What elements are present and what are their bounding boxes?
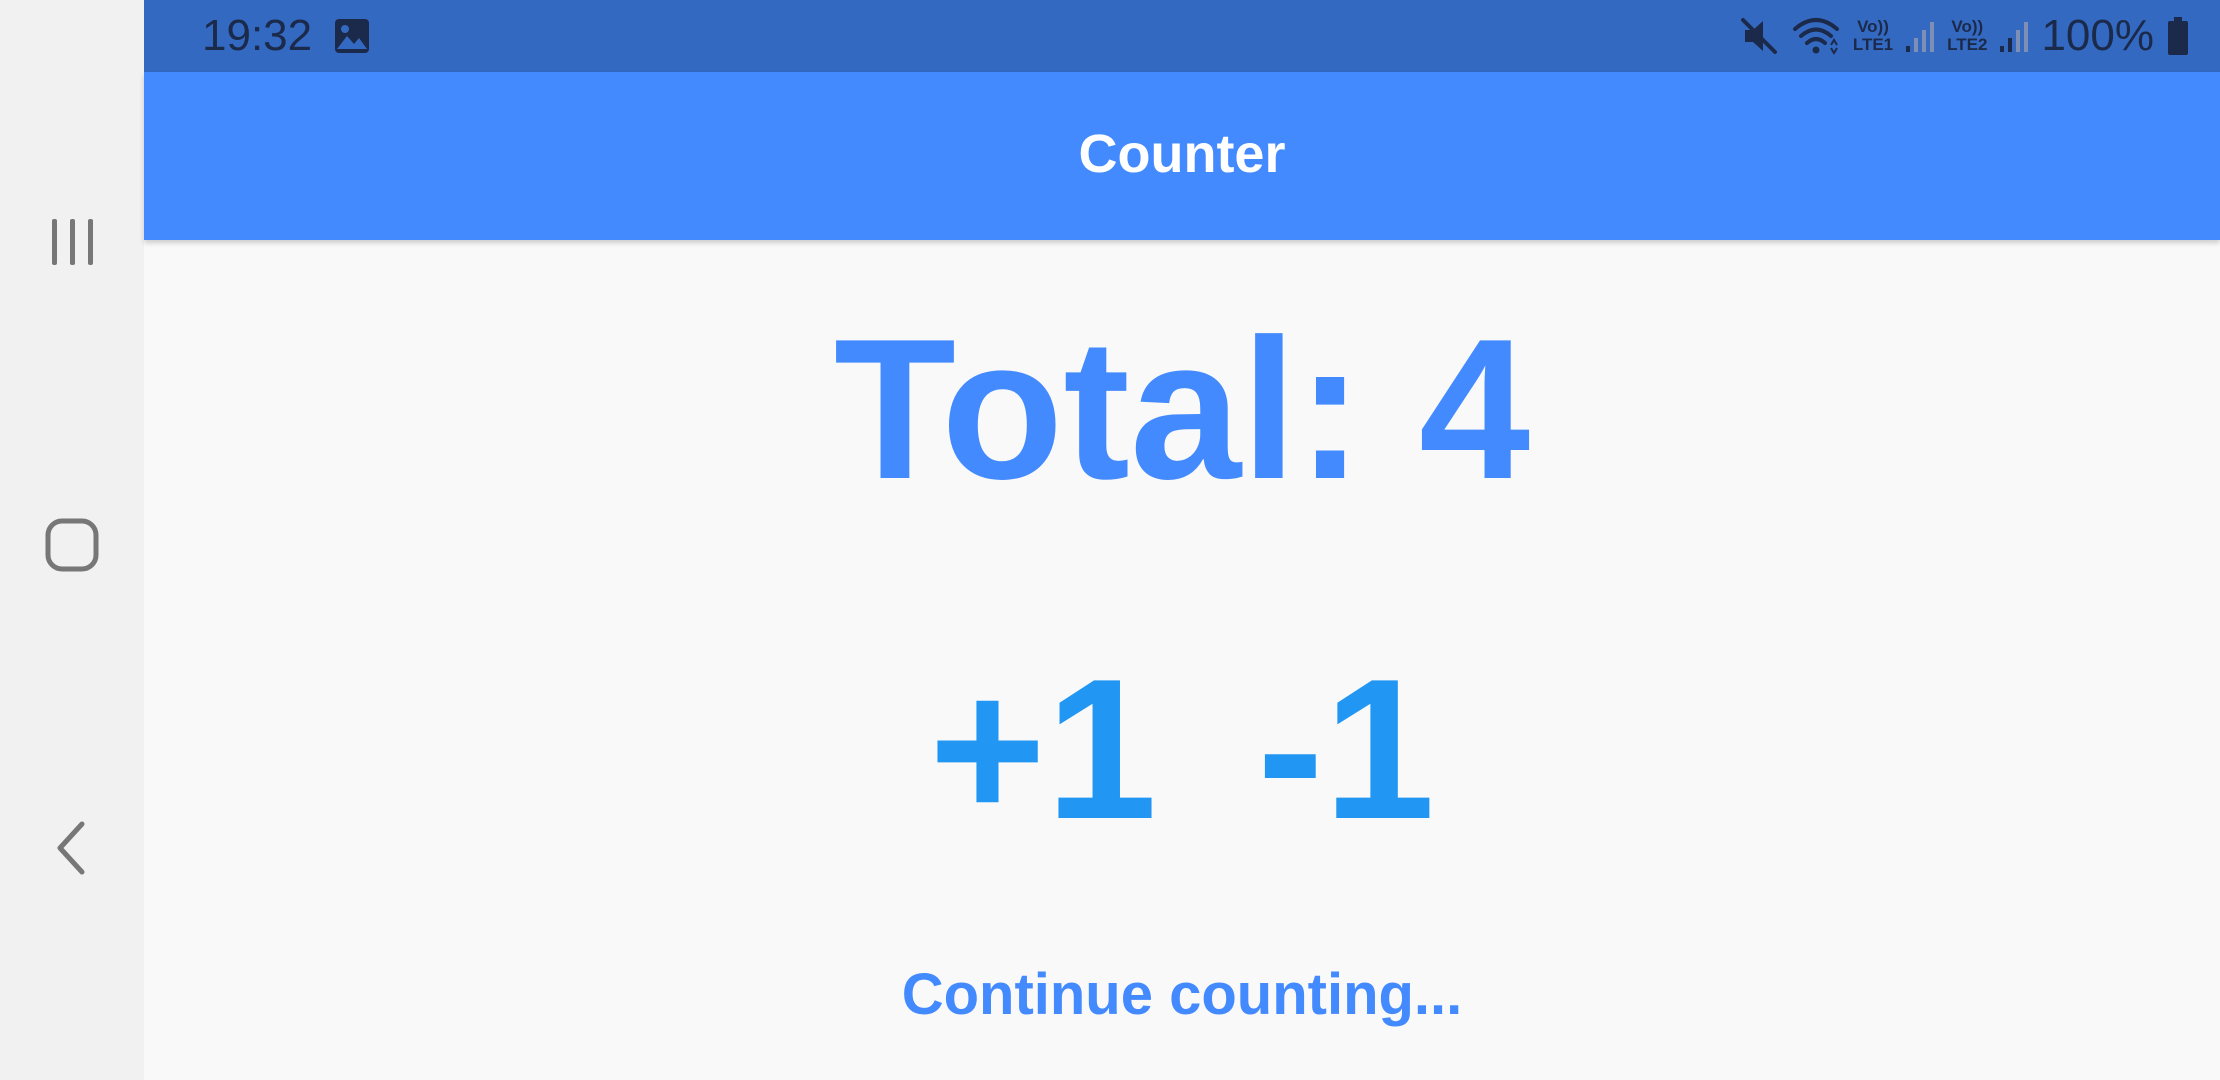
continue-counting-link[interactable]: Continue counting... [144,960,2220,1030]
signal-icon [2000,22,2029,52]
battery-icon [2168,17,2188,55]
sim1-volte-top: Vo)) [1857,17,1889,36]
signal-icon [1906,22,1935,52]
counter-buttons: +1 -1 [144,640,2220,860]
sim2-volte-top: Vo)) [1951,17,1984,36]
system-navigation-bar [0,0,144,1080]
sim1-lte-text: LTE1 [1852,35,1894,54]
sim2-lte-text: LTE2 [1947,35,1988,54]
status-icons: Vo)) LTE1 Vo)) LTE2 100% [1739,10,2190,62]
total-display: Total: 4 [833,298,1531,521]
back-button[interactable] [24,800,120,896]
app-bar: Counter [144,72,2220,240]
decrement-button[interactable]: -1 [1247,640,1445,860]
counter-content: Total: 4 +1 -1 Continue counting... [144,240,2220,1080]
mute-icon [1740,18,1777,54]
recents-icon [52,219,93,265]
back-icon [57,821,85,875]
recents-button[interactable] [24,195,120,291]
wifi-icon [1792,18,1839,55]
status-time: 19:32 [202,11,313,60]
sim1-volte-label: Vo)) LTE1 [1853,18,1893,54]
increment-button[interactable]: +1 [919,640,1167,860]
home-button[interactable] [24,497,120,593]
gallery-icon [335,19,369,53]
home-icon [45,518,99,572]
app-title: Counter [1078,124,1286,184]
sim2-volte-label: Vo)) LTE2 [1947,18,1987,54]
status-bar: 19:32 Vo)) LTE1 Vo)) LTE2 100% [144,0,2220,72]
battery-percentage: 100% [2041,11,2154,60]
